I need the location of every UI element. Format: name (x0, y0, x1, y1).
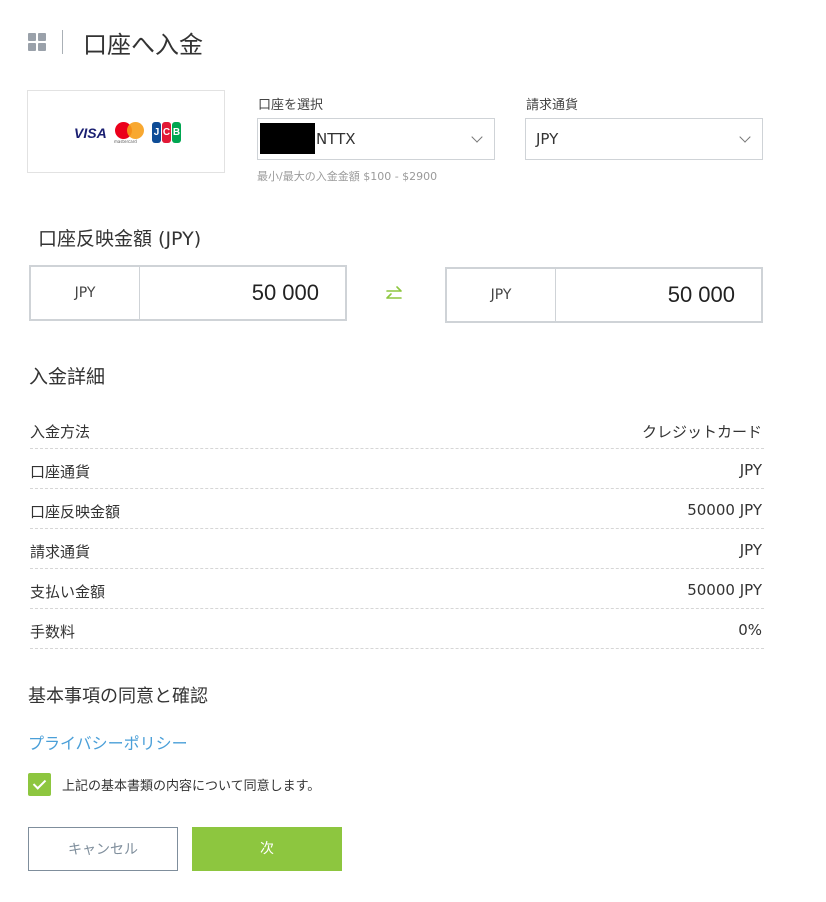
detail-value: クレジットカード (641, 423, 762, 441)
detail-value: 0% (738, 621, 762, 639)
account-select[interactable]: NTTX (257, 118, 495, 160)
detail-label: 手数料 (30, 623, 76, 641)
page-title: 口座へ入金 (83, 31, 203, 59)
swap-arrows-icon[interactable] (383, 283, 405, 305)
amount-currency-left: JPY (31, 267, 140, 319)
currency-select-label: 請求通貨 (526, 98, 579, 113)
chevron-down-icon (739, 131, 751, 143)
detail-label: 請求通貨 (30, 543, 91, 561)
agree-checkbox-label[interactable]: 上記の基本書類の内容について同意します。 (62, 775, 320, 794)
detail-row: 入金方法 クレジットカード (30, 409, 764, 449)
detail-row: 口座反映金額 50000 JPY (30, 489, 764, 529)
detail-row: 支払い金額 50000 JPY (30, 569, 764, 609)
agree-checkbox[interactable] (28, 773, 51, 796)
detail-value: JPY (739, 541, 762, 559)
amount-input-left[interactable]: JPY 50 000 (29, 265, 347, 321)
currency-select[interactable]: JPY (525, 118, 763, 160)
currency-select-value: JPY (536, 130, 559, 148)
detail-label: 口座反映金額 (30, 503, 121, 521)
redacted-block (260, 123, 315, 154)
visa-logo: VISA (74, 125, 107, 141)
detail-label: 入金方法 (30, 423, 91, 441)
cancel-button[interactable]: キャンセル (28, 827, 178, 871)
reflected-amount-title: 口座反映金額 (JPY) (38, 228, 202, 250)
payment-method-logos: VISA mastercard J C B (27, 90, 225, 173)
account-select-value: NTTX (316, 130, 356, 148)
detail-row: 口座通貨 JPY (30, 449, 764, 489)
detail-label: 支払い金額 (30, 583, 106, 601)
details-title: 入金詳細 (29, 366, 106, 388)
account-select-label: 口座を選択 (258, 98, 324, 113)
detail-value: 50000 JPY (687, 581, 762, 599)
apps-grid-icon[interactable] (28, 33, 48, 53)
mastercard-logo: mastercard (114, 122, 145, 144)
detail-label: 口座通貨 (30, 463, 91, 481)
amount-value-left[interactable]: 50 000 (252, 267, 319, 319)
next-button[interactable]: 次 (192, 827, 342, 871)
header-divider (62, 30, 63, 54)
amount-value-right[interactable]: 50 000 (668, 269, 735, 321)
detail-row: 手数料 0% (30, 609, 764, 649)
agreement-title: 基本事項の同意と確認 (28, 686, 208, 707)
deposit-limit-hint: 最小/最大の入金金額 $100 - $2900 (257, 170, 438, 183)
privacy-policy-link[interactable]: プライバシーポリシー (28, 730, 188, 754)
chevron-down-icon (471, 131, 483, 143)
amount-input-right[interactable]: JPY 50 000 (445, 267, 763, 323)
detail-row: 請求通貨 JPY (30, 529, 764, 569)
detail-value: JPY (739, 461, 762, 479)
jcb-logo: J C B (152, 122, 182, 143)
detail-value: 50000 JPY (687, 501, 762, 519)
amount-currency-right: JPY (447, 269, 556, 321)
